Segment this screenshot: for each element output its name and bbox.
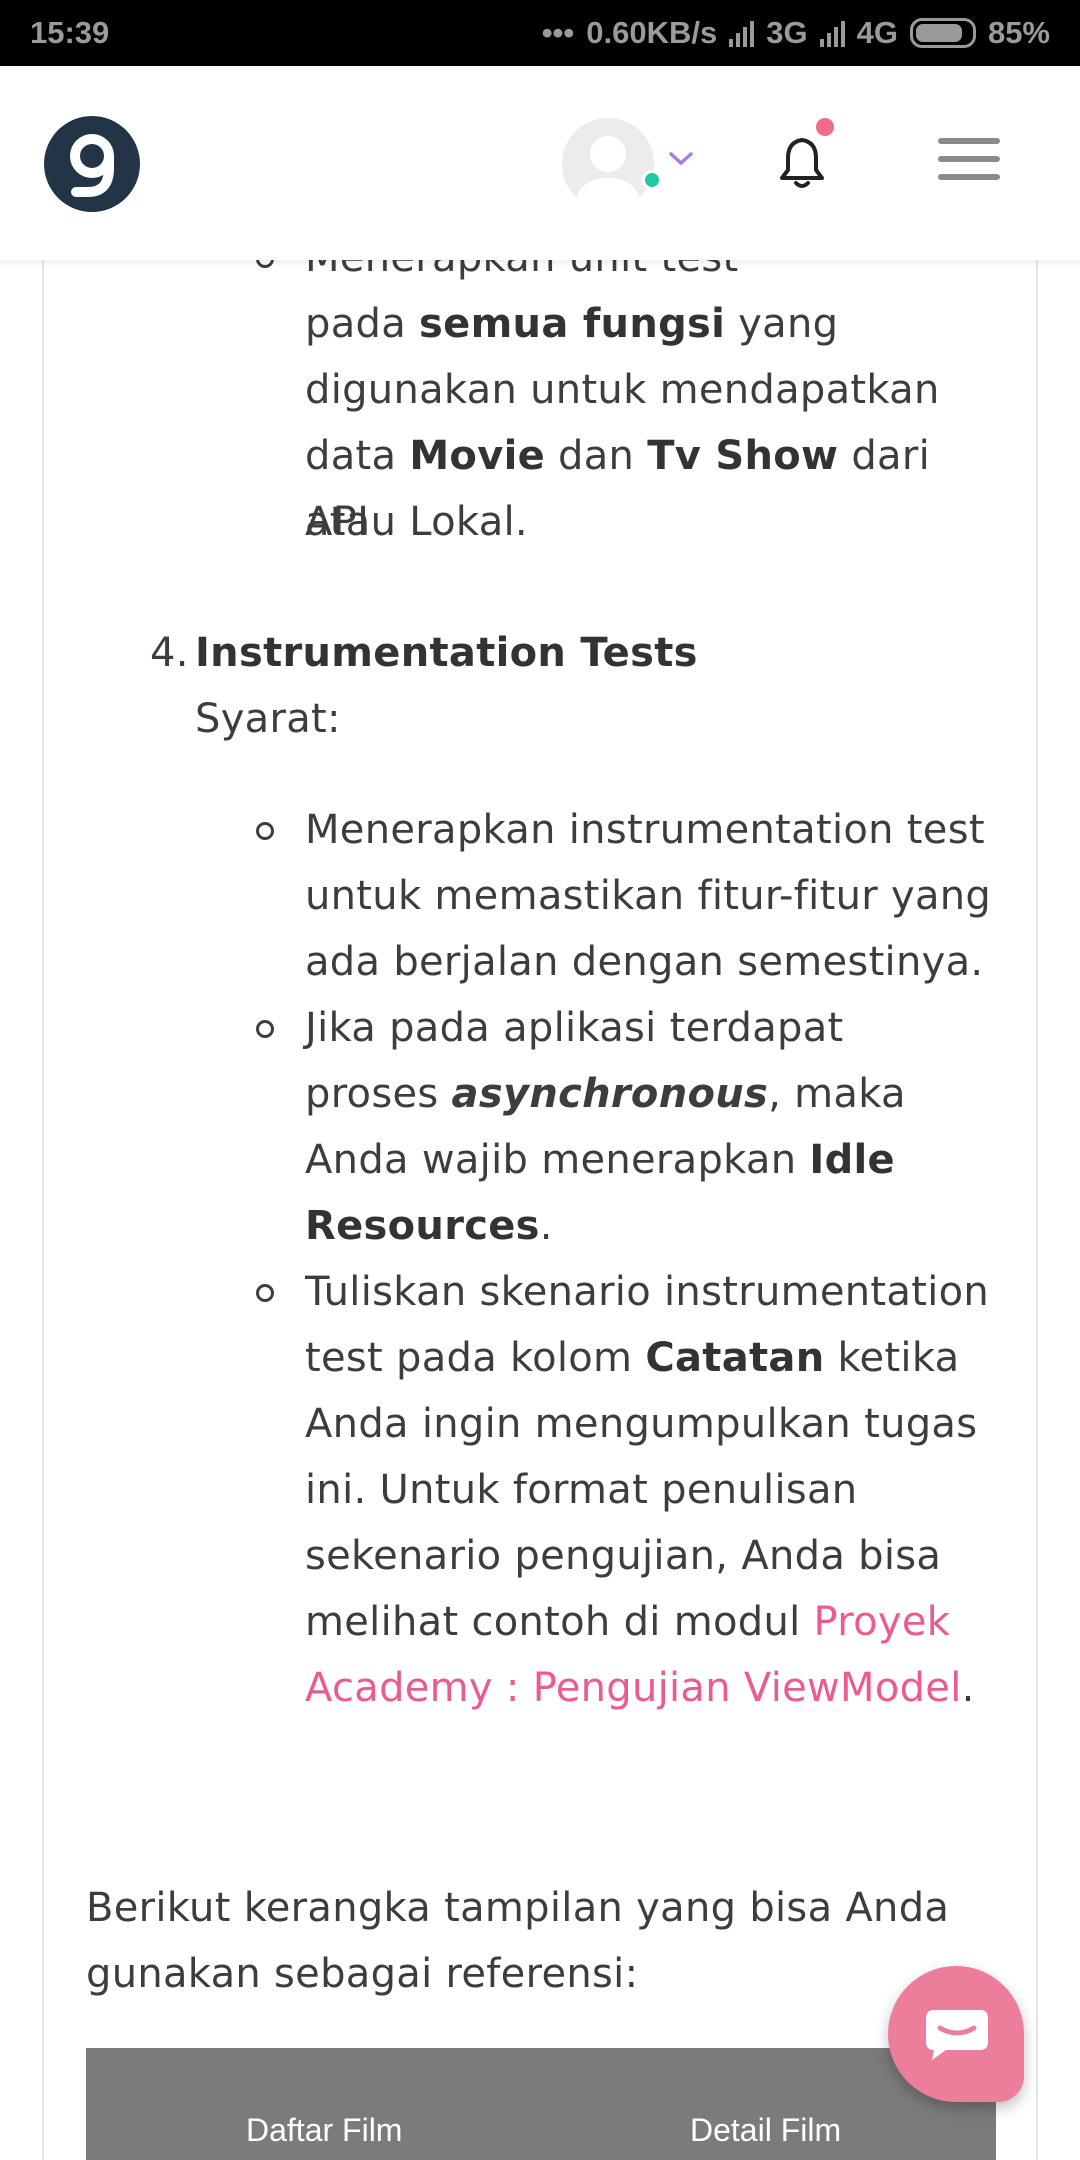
bullet-circle: [256, 822, 274, 840]
bullet-top-line3: digunakan untuk mendapatkan: [305, 367, 940, 413]
reference-line2: gunakan sebagai referensi:: [86, 1951, 639, 1997]
battery-icon: [909, 18, 976, 48]
app-header: [0, 66, 1080, 260]
bullet2-line1: Jika pada aplikasi terdapat: [305, 1005, 844, 1051]
bullet2-line2: proses asynchronous, maka: [305, 1071, 906, 1117]
bullet-top-line2: pada semua fungsi yang: [305, 301, 839, 347]
reference-line1: Berikut kerangka tampilan yang bisa Anda: [86, 1885, 950, 1931]
syarat-label: Syarat:: [195, 696, 341, 742]
network-speed: 0.60KB/s: [586, 15, 718, 50]
status-time: 15:39: [30, 15, 110, 50]
bullet3-line4: ini. Untuk format penulisan: [305, 1467, 858, 1513]
network-type-2: 4G: [856, 15, 898, 50]
logo-icon[interactable]: [44, 116, 140, 212]
bullet3-line2: test pada kolom Catatan ketika: [305, 1335, 960, 1381]
bullet3-line7: Academy : Pengujian ViewModel.: [305, 1665, 975, 1711]
status-bar: 15:39 ••• 0.60KB/s 3G 4G 85%: [0, 0, 1080, 66]
bullet3-line6: melihat contoh di modul Proyek: [305, 1599, 951, 1645]
module-link[interactable]: Proyek: [814, 1599, 951, 1645]
bullet3-line5: sekenario pengujian, Anda bisa: [305, 1533, 942, 1579]
notification-dot: [816, 118, 834, 136]
bullet-circle: [256, 1020, 274, 1038]
avatar-icon[interactable]: [562, 118, 654, 210]
bullet1-line1: Menerapkan instrumentation test: [305, 807, 985, 853]
battery-percent: 85%: [987, 15, 1050, 50]
bullet2-line4: Resources.: [305, 1203, 553, 1249]
bullet-top-line5: atau Lokal.: [305, 499, 528, 545]
chat-bubble-icon: [926, 2010, 988, 2060]
more-dots-icon: •••: [541, 15, 575, 50]
bullet1-line2: untuk memastikan fitur-fitur yang: [305, 873, 992, 919]
signal-icon-2: [819, 19, 845, 47]
bullet3-line1: Tuliskan skenario instrumentation: [305, 1269, 990, 1315]
table-header-daftar-film: Daftar Film: [246, 2112, 403, 2148]
layout-reference-image: Daftar Film Detail Film: [86, 2048, 996, 2160]
module-link-cont[interactable]: Academy : Pengujian ViewModel: [305, 1665, 962, 1711]
chevron-down-icon[interactable]: [668, 150, 694, 168]
hamburger-menu-icon[interactable]: [938, 138, 1000, 180]
network-type-1: 3G: [766, 15, 808, 50]
online-status-dot: [642, 170, 662, 190]
status-right: ••• 0.60KB/s 3G 4G 85%: [542, 15, 1050, 51]
bullet1-line3: ada berjalan dengan semestinya.: [305, 939, 984, 985]
bullet-circle: [256, 1284, 274, 1302]
chat-button[interactable]: [888, 1966, 1024, 2102]
bullet3-line3: Anda ingin mengumpulkan tugas: [305, 1401, 978, 1447]
bullet2-line3: Anda wajib menerapkan Idle: [305, 1137, 895, 1183]
bell-icon[interactable]: [776, 134, 828, 190]
section-title: Instrumentation Tests: [195, 630, 698, 676]
signal-icon: [729, 19, 755, 47]
table-header-detail-film: Detail Film: [690, 2112, 842, 2148]
section-number: 4.: [150, 630, 189, 676]
